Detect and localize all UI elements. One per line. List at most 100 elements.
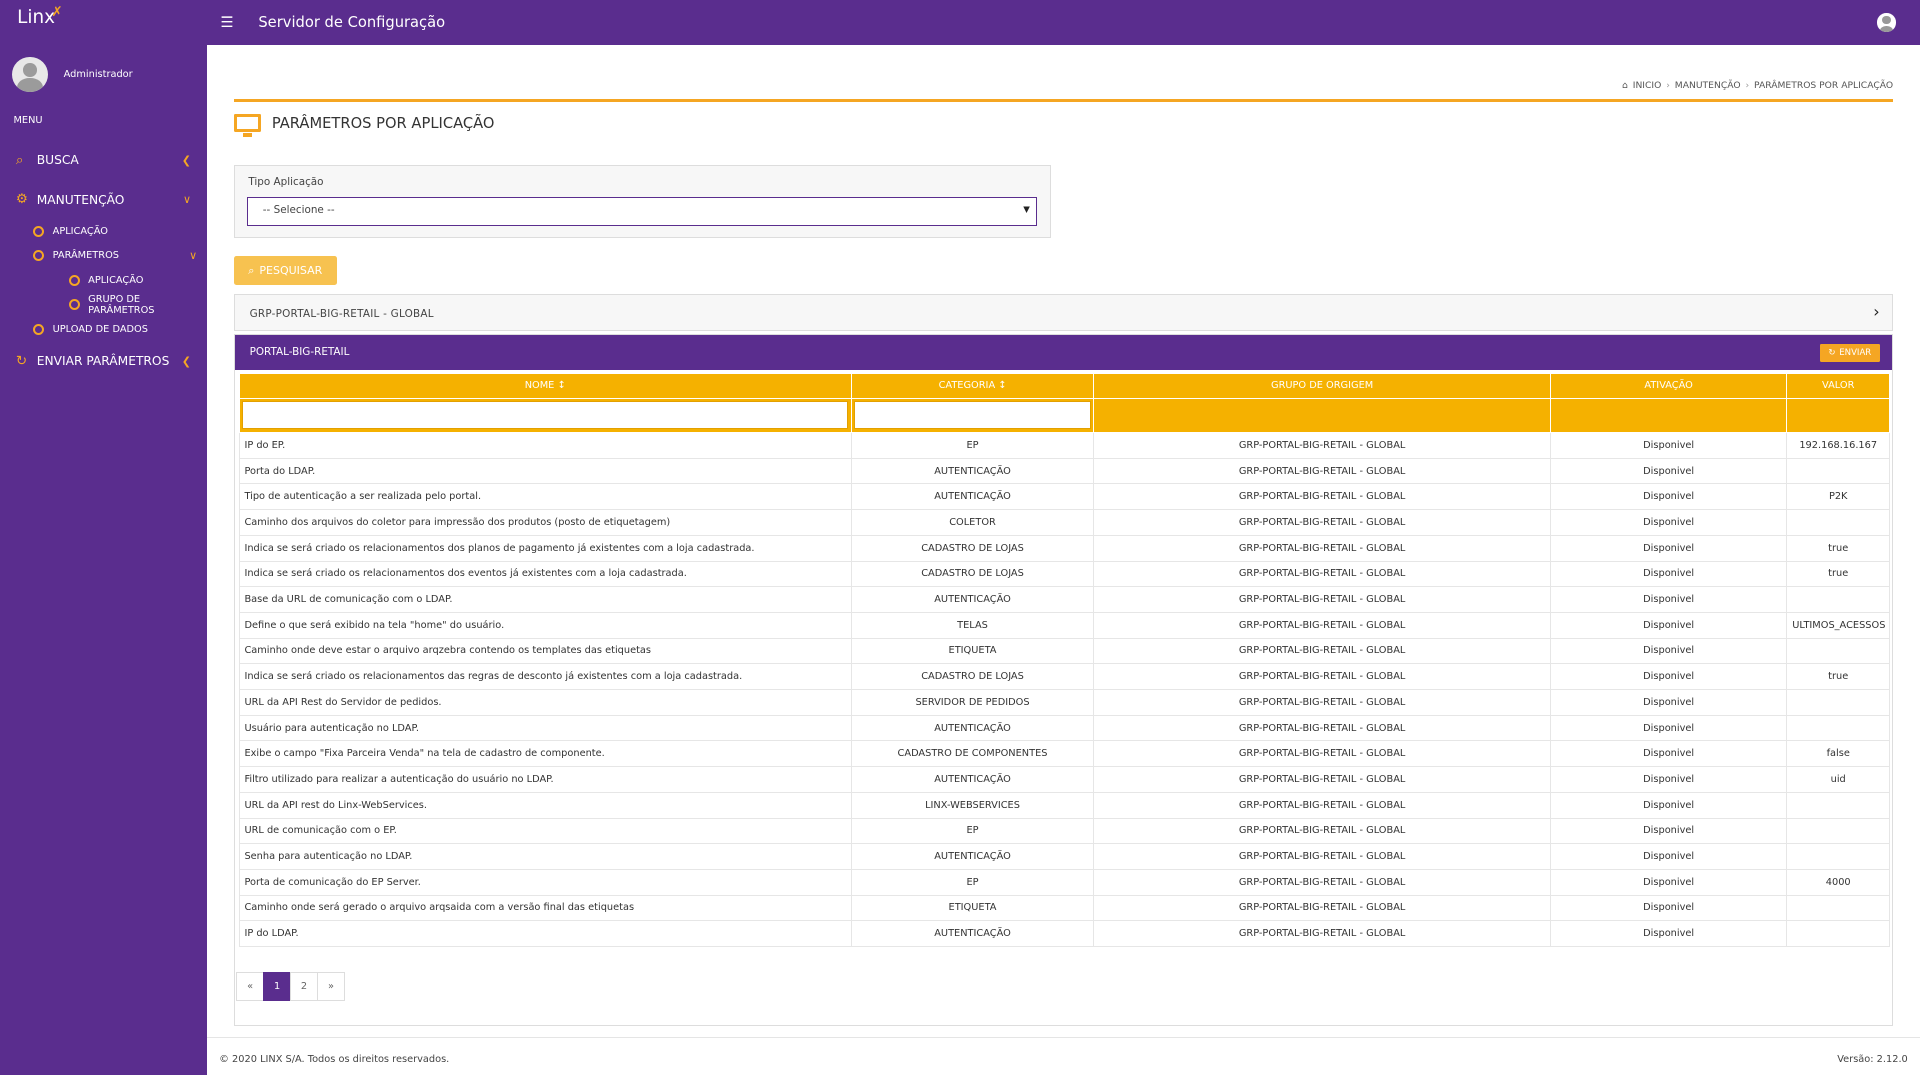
nome-filter-input[interactable] — [241, 401, 849, 430]
nav-sub-grupo-parametros[interactable]: GRUPO DE PARÂMETROS — [0, 293, 207, 317]
circle-icon — [68, 299, 80, 311]
table-row[interactable]: URL da API rest do Linx-WebServices. LINX… — [238, 791, 1891, 819]
chevron-right-icon[interactable]: › — [1873, 302, 1880, 321]
table-row[interactable]: Senha para autenticação no LDAP. AUTENTIC… — [238, 843, 1891, 870]
cell-nome: URL de comunicação com o EP. — [238, 817, 852, 845]
table-row[interactable]: Usuário para autenticação no LDAP. AUTENT… — [238, 714, 1891, 742]
cell-valor — [1786, 714, 1891, 742]
tipo-aplicacao-select[interactable]: -- Selecione -- ▼ — [247, 196, 1037, 227]
cell-grupo: GRP-PORTAL-BIG-RETAIL - GLOBAL — [1093, 740, 1551, 768]
nav-sub-parametros[interactable]: PARÂMETROS ∨ — [0, 244, 207, 268]
cell-categoria: AUTENTICAÇÃO — [850, 843, 1095, 870]
cell-valor: true — [1786, 663, 1891, 691]
cell-ativacao: Disponivel — [1549, 534, 1788, 562]
table-row[interactable]: Caminho onde deve estar o arquivo arqzeb… — [238, 637, 1891, 665]
cell-grupo: GRP-PORTAL-BIG-RETAIL - GLOBAL — [1093, 817, 1551, 845]
circle-icon — [33, 225, 45, 237]
filter-label: Tipo Aplicação — [248, 176, 324, 189]
cell-nome: Senha para autenticação no LDAP. — [238, 843, 852, 870]
send-button[interactable]: ↻ ENVIAR — [1819, 343, 1880, 363]
cell-categoria: AUTENTICAÇÃO — [850, 766, 1095, 793]
cell-nome: IP do LDAP. — [238, 920, 852, 948]
linx-logo[interactable]: Linx ✗ — [0, 0, 207, 45]
page-title: PARÂMETROS POR APLICAÇÃO — [233, 113, 495, 137]
table-row[interactable]: Exibe o campo "Fixa Parceira Venda" na t… — [238, 740, 1891, 768]
table-row[interactable]: IP do EP. EP GRP-PORTAL-BIG-RETAIL - GLOBA… — [238, 431, 1891, 459]
page-1[interactable]: 1 — [263, 972, 292, 1002]
cell-grupo: GRP-PORTAL-BIG-RETAIL - GLOBAL — [1093, 611, 1551, 639]
cell-nome: Porta do LDAP. — [238, 457, 852, 485]
cell-nome: Base da URL de comunicação com o LDAP. — [238, 586, 852, 613]
footer: © 2020 LINX S/A. Todos os direitos reser… — [207, 1043, 1920, 1075]
table-row[interactable]: Caminho dos arquivos do coletor para imp… — [238, 509, 1891, 536]
table-header-row: NOME ↕ CATEGORIA ↕ GRUPO DE ORGIGEM ATIV… — [238, 373, 1891, 399]
cell-grupo: GRP-PORTAL-BIG-RETAIL - GLOBAL — [1093, 431, 1551, 459]
cell-ativacao: Disponivel — [1549, 689, 1788, 716]
sort-icon: ↕ — [998, 380, 1007, 392]
cell-nome: Define o que será exibido na tela "home"… — [238, 611, 852, 639]
col-header-categoria[interactable]: CATEGORIA ↕ — [850, 373, 1095, 399]
cell-categoria: AUTENTICAÇÃO — [850, 920, 1095, 948]
group-header[interactable]: GRP-PORTAL-BIG-RETAIL - GLOBAL › — [233, 293, 1894, 331]
cell-categoria: CADASTRO DE LOJAS — [850, 663, 1095, 691]
table-row[interactable]: Tipo de autenticação a ser realizada pel… — [238, 483, 1891, 511]
table-row[interactable]: Indica se será criado os relacionamentos… — [238, 534, 1891, 562]
cell-categoria: AUTENTICAÇÃO — [850, 586, 1095, 613]
col-header-ativacao: ATIVAÇÃO — [1549, 373, 1788, 399]
panel-header: PORTAL-BIG-RETAIL ↻ ENVIAR — [234, 335, 1893, 370]
cell-valor — [1786, 457, 1891, 485]
col-header-valor: VALOR — [1786, 373, 1891, 399]
table-row[interactable]: Filtro utilizado para realizar a autenti… — [238, 766, 1891, 793]
nav-sub-aplicacao[interactable]: APLICAÇÃO — [0, 219, 207, 243]
nav-sub-label: APLICAÇÃO — [52, 225, 108, 237]
cell-ativacao: Disponivel — [1549, 431, 1788, 459]
table-row[interactable]: Indica se será criado os relacionamentos… — [238, 663, 1891, 691]
cell-ativacao: Disponivel — [1549, 791, 1788, 819]
table-row[interactable]: IP do LDAP. AUTENTICAÇÃO GRP-PORTAL-BIG-RE… — [238, 920, 1891, 948]
nav-sub-label: GRUPO DE PARÂMETROS — [88, 293, 155, 316]
table-row[interactable]: URL da API Rest do Servidor de pedidos. S… — [238, 689, 1891, 716]
parameters-table: NOME ↕ CATEGORIA ↕ GRUPO DE ORGIGEM ATIV… — [238, 373, 1891, 948]
menu-title: MENU — [13, 115, 43, 127]
search-button[interactable]: ⌕ PESQUISAR — [233, 255, 337, 286]
nav-sub-upload[interactable]: UPLOAD DE DADOS — [0, 317, 207, 341]
cell-grupo: GRP-PORTAL-BIG-RETAIL - GLOBAL — [1093, 663, 1551, 691]
menu-toggle-icon[interactable]: ☰ — [220, 14, 244, 31]
cell-grupo: GRP-PORTAL-BIG-RETAIL - GLOBAL — [1093, 920, 1551, 948]
cell-ativacao: Disponivel — [1549, 457, 1788, 485]
table-row[interactable]: Base da URL de comunicação com o LDAP. AU… — [238, 586, 1891, 613]
breadcrumb-item[interactable]: INICIO — [1633, 80, 1662, 91]
breadcrumb-item: PARÂMETROS POR APLICAÇÃO — [1754, 79, 1894, 91]
user-menu-avatar[interactable] — [1877, 13, 1896, 32]
col-header-nome[interactable]: NOME ↕ — [238, 373, 852, 399]
nav-item-enviar[interactable]: ↻ ENVIAR PARÂMETROS ❮ — [0, 342, 207, 381]
page-prev[interactable]: « — [236, 972, 265, 1002]
cell-ativacao: Disponivel — [1549, 868, 1788, 896]
nav-sub-parametros-aplicacao[interactable]: APLICAÇÃO — [0, 268, 207, 292]
nav-sub-label: APLICAÇÃO — [88, 274, 144, 286]
breadcrumb-item[interactable]: MANUTENÇÃO — [1675, 80, 1741, 91]
table-row[interactable]: Porta do LDAP. AUTENTICAÇÃO GRP-PORTAL-BIG… — [238, 457, 1891, 485]
table-row[interactable]: URL de comunicação com o EP. EP GRP-PORTAL… — [238, 817, 1891, 845]
sidebar: Linx ✗ Administrador MENU ⌕ BUSCA ❮ ⚙ MA… — [0, 0, 207, 1075]
categoria-filter-input[interactable] — [854, 401, 1091, 430]
table-row[interactable]: Define o que será exibido na tela "home"… — [238, 611, 1891, 639]
cell-grupo: GRP-PORTAL-BIG-RETAIL - GLOBAL — [1093, 457, 1551, 485]
table-row[interactable]: Caminho onde será gerado o arquivo arqsa… — [238, 894, 1891, 922]
filter-cell — [1093, 397, 1551, 433]
search-icon: ⌕ — [248, 263, 255, 277]
copyright-text: © 2020 LINX S/A. Todos os direitos reser… — [219, 1053, 450, 1065]
nav-item-busca[interactable]: ⌕ BUSCA ❮ — [0, 141, 207, 180]
page-2[interactable]: 2 — [289, 972, 319, 1002]
cell-nome: Porta de comunicação do EP Server. — [238, 868, 852, 896]
group-title: GRP-PORTAL-BIG-RETAIL - GLOBAL — [249, 308, 434, 321]
chevron-left-icon: ❮ — [181, 153, 192, 167]
table-row[interactable]: Indica se será criado os relacionamentos… — [238, 560, 1891, 588]
cell-categoria: CADASTRO DE LOJAS — [850, 534, 1095, 562]
table-row[interactable]: Porta de comunicação do EP Server. EP GRP-… — [238, 868, 1891, 896]
col-header-label: NOME — [524, 380, 555, 392]
page-next[interactable]: » — [316, 972, 346, 1002]
cell-categoria: COLETOR — [850, 509, 1095, 536]
send-button-label: ENVIAR — [1839, 348, 1872, 358]
nav-item-manutencao[interactable]: ⚙ MANUTENÇÃO ∨ — [0, 180, 207, 219]
